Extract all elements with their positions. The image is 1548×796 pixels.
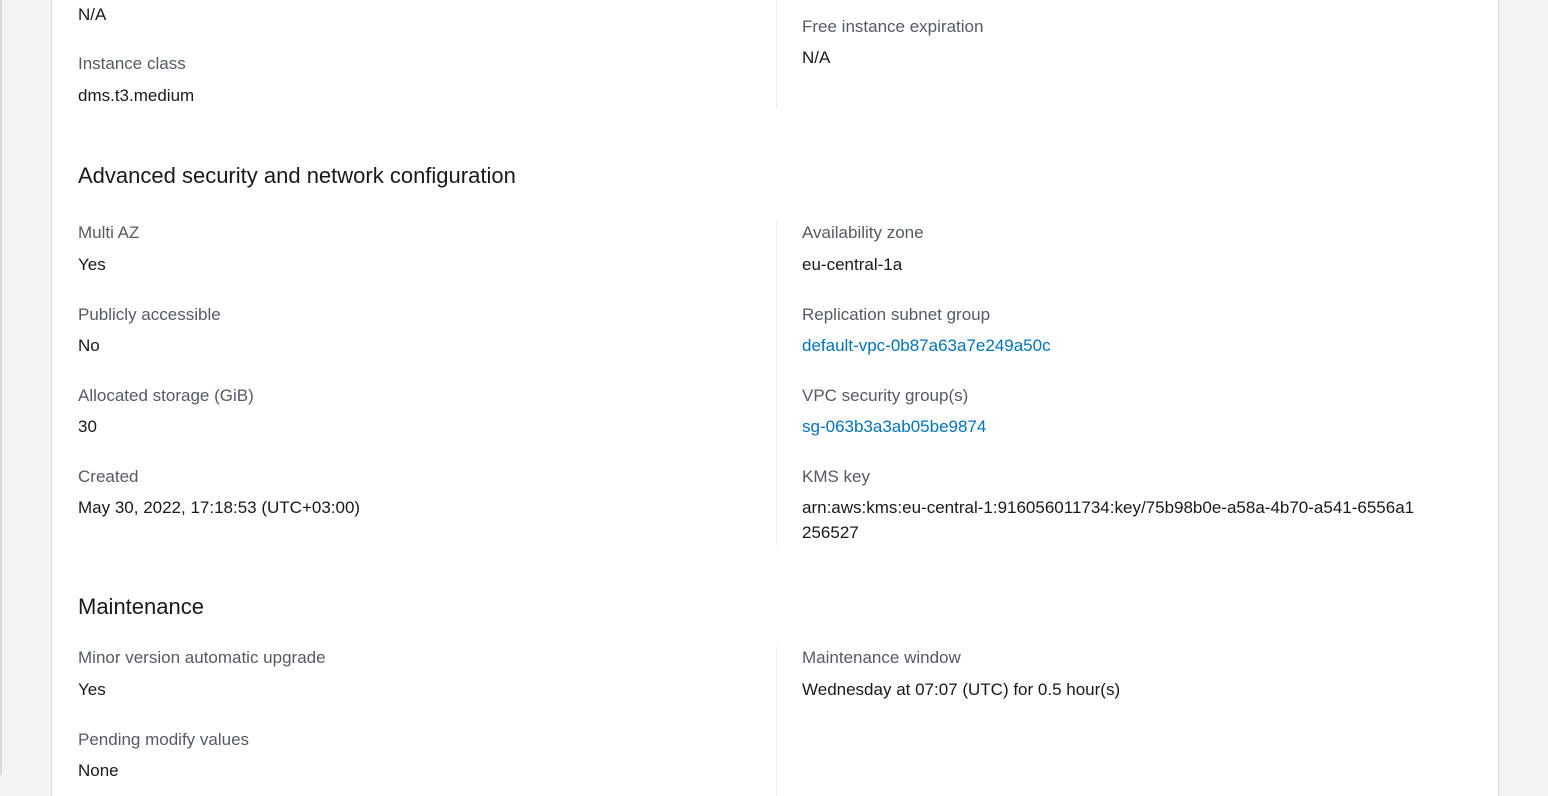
allocated-storage-value: 30 — [78, 417, 97, 436]
allocated-storage-label: Allocated storage (GiB) — [78, 386, 254, 405]
kms-key-value: arn:aws:kms:eu-central-1:916056011734:ke… — [802, 498, 1415, 542]
free-expiration-label: Free instance expiration — [802, 17, 984, 36]
maintenance-window-label: Maintenance window — [802, 648, 961, 667]
availability-zone-value: eu-central-1a — [802, 255, 903, 274]
details-panel: N/A Instance class dms.t3.medium Free in… — [51, 0, 1499, 796]
free-expiration-value: N/A — [802, 48, 831, 67]
column-divider — [776, 646, 777, 796]
pending-modify-values-value: None — [78, 761, 119, 780]
availability-zone-label: Availability zone — [802, 223, 924, 242]
instance-class-value: dms.t3.medium — [78, 86, 195, 105]
multi-az-label: Multi AZ — [78, 223, 140, 242]
maintenance-window-value: Wednesday at 07:07 (UTC) for 0.5 hour(s) — [802, 680, 1121, 699]
column-divider — [776, 0, 777, 109]
created-value: May 30, 2022, 17:18:53 (UTC+03:00) — [78, 498, 361, 517]
pending-modify-values-label: Pending modify values — [78, 730, 250, 749]
replication-subnet-group-link[interactable]: default-vpc-0b87a63a7e249a50c — [802, 335, 1051, 357]
minor-version-upgrade-label: Minor version automatic upgrade — [78, 648, 326, 667]
publicly-accessible-value: No — [78, 336, 100, 355]
vpc-security-group-link[interactable]: sg-063b3a3ab05be9874 — [802, 416, 986, 438]
vpc-security-groups-label: VPC security group(s) — [802, 386, 969, 405]
kms-key-label: KMS key — [802, 467, 871, 486]
multi-az-value: Yes — [78, 255, 106, 274]
advanced-section-title: Advanced security and network configurat… — [78, 163, 516, 188]
instance-class-label: Instance class — [78, 54, 186, 73]
created-label: Created — [78, 467, 139, 486]
page-left-border — [0, 0, 2, 775]
minor-version-upgrade-value: Yes — [78, 680, 106, 699]
replication-subnet-group-label: Replication subnet group — [802, 305, 991, 324]
publicly-accessible-label: Publicly accessible — [78, 305, 221, 324]
column-divider — [776, 221, 777, 546]
maintenance-section-title: Maintenance — [78, 594, 204, 619]
na-value: N/A — [78, 5, 107, 24]
